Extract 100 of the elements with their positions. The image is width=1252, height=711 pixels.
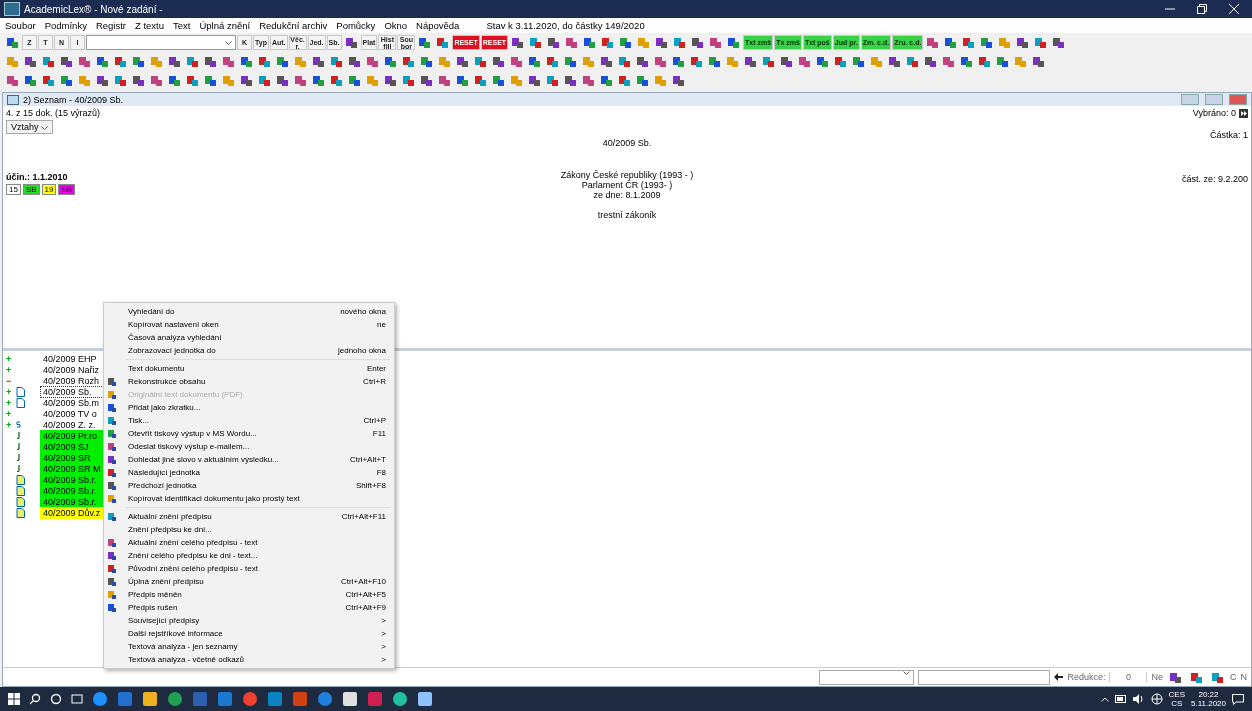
- toolbar-icon[interactable]: [310, 54, 327, 69]
- toolbar-icon[interactable]: [400, 54, 417, 69]
- search-icon[interactable]: [29, 693, 41, 705]
- toolbar-icon[interactable]: [22, 54, 39, 69]
- toolbar-icon[interactable]: [958, 54, 975, 69]
- toolbar-icon[interactable]: [598, 54, 615, 69]
- circle-icon[interactable]: [50, 693, 62, 705]
- context-menu-item[interactable]: Kopírovat nastavení oken ne: [104, 318, 394, 331]
- toolbar-icon[interactable]: [616, 54, 633, 69]
- toolbar-icon[interactable]: [346, 73, 363, 88]
- toolbar-icon[interactable]: [670, 73, 687, 88]
- context-menu-item[interactable]: Předpis rušen Ctrl+Alt+F9: [104, 601, 394, 614]
- toolbar-icon[interactable]: [796, 54, 813, 69]
- toolbar-icon[interactable]: [454, 54, 471, 69]
- speaker-icon[interactable]: [1132, 694, 1145, 704]
- toolbar-icon[interactable]: [472, 54, 489, 69]
- toolbar-icon[interactable]: [4, 35, 21, 50]
- toolbar-icon[interactable]: [490, 73, 507, 88]
- toolbar-icon[interactable]: [346, 54, 363, 69]
- chevron-up-icon[interactable]: [1100, 696, 1109, 702]
- clock-date[interactable]: 5.11.2020: [1191, 699, 1226, 708]
- task-view-icon[interactable]: [71, 693, 83, 705]
- context-menu-item[interactable]: Text dokumentu Enter: [104, 362, 394, 375]
- menu-item[interactable]: Pomůcky: [336, 20, 376, 31]
- battery-icon[interactable]: [1114, 695, 1127, 703]
- taskbar-app-icon[interactable]: [142, 691, 158, 707]
- toolbar-icon[interactable]: [256, 54, 273, 69]
- toolbar-icon[interactable]: [94, 54, 111, 69]
- menu-item[interactable]: Registr: [95, 20, 126, 31]
- toolbar-icon[interactable]: [508, 54, 525, 69]
- restore-button[interactable]: [1197, 4, 1207, 14]
- context-menu-item[interactable]: Textová analýza - jen seznamy >: [104, 640, 394, 653]
- status-field[interactable]: [918, 669, 1051, 685]
- toolbar-icon[interactable]: [4, 73, 21, 88]
- relations-dropdown[interactable]: Vztahy: [6, 120, 54, 134]
- context-menu-item[interactable]: Zobrazovací jednotka do jednoho okna: [104, 344, 394, 357]
- toolbar-icon[interactable]: [526, 73, 543, 88]
- menu-item[interactable]: Nápověda: [416, 20, 460, 31]
- toolbar-icon[interactable]: [814, 54, 831, 69]
- language-indicator[interactable]: CES: [1168, 690, 1185, 699]
- toolbar-icon[interactable]: [202, 73, 219, 88]
- toolbar-icon[interactable]: [706, 54, 723, 69]
- toolbar-icon[interactable]: [490, 54, 507, 69]
- toolbar-icon[interactable]: [220, 54, 237, 69]
- context-menu-item[interactable]: Časová analýza vyhledání: [104, 331, 394, 344]
- back-arrow-icon[interactable]: [1054, 673, 1064, 681]
- taskbar-app-icon[interactable]: [392, 691, 408, 707]
- toolbar-icon[interactable]: [652, 54, 669, 69]
- toolbar-icon[interactable]: [112, 54, 129, 69]
- toolbar-icon[interactable]: [472, 73, 489, 88]
- toolbar-icon[interactable]: [58, 54, 75, 69]
- toolbar-icon[interactable]: [184, 54, 201, 69]
- menu-item[interactable]: Podmínky: [44, 20, 87, 31]
- context-menu-item[interactable]: Rekonstrukce obsahu Ctrl+R: [104, 375, 394, 388]
- context-menu-item[interactable]: Další rejstříkové informace >: [104, 627, 394, 640]
- toolbar-icon[interactable]: [148, 73, 165, 88]
- notification-icon[interactable]: [1232, 693, 1244, 705]
- toolbar-icon[interactable]: [166, 54, 183, 69]
- toolbar-icon[interactable]: [166, 73, 183, 88]
- toolbar-icon[interactable]: [904, 54, 921, 69]
- toolbar-icon[interactable]: [112, 73, 129, 88]
- toolbar-icon[interactable]: [562, 73, 579, 88]
- context-menu-item[interactable]: Předpis měněn Ctrl+Alt+F5: [104, 588, 394, 601]
- toolbar-icon[interactable]: [382, 54, 399, 69]
- toolbar-icon[interactable]: [544, 54, 561, 69]
- toolbar-icon[interactable]: [670, 54, 687, 69]
- toolbar-icon[interactable]: [454, 73, 471, 88]
- toolbar-icon[interactable]: [976, 54, 993, 69]
- toolbar-icon[interactable]: [274, 54, 291, 69]
- toolbar-icon[interactable]: [418, 54, 435, 69]
- taskbar-app-icon[interactable]: [417, 691, 433, 707]
- toolbar-icon[interactable]: [76, 54, 93, 69]
- context-menu-item[interactable]: Úplná znění předpisu Ctrl+Alt+F10: [104, 575, 394, 588]
- context-menu-item[interactable]: Aktuální znění celého předpisu - text: [104, 536, 394, 549]
- context-menu-item[interactable]: Související předpisy >: [104, 614, 394, 627]
- toolbar-icon[interactable]: [544, 73, 561, 88]
- start-icon[interactable]: [8, 693, 20, 705]
- toolbar-icon[interactable]: [634, 54, 651, 69]
- toolbar-icon[interactable]: [1030, 54, 1047, 69]
- toolbar-icon[interactable]: [616, 73, 633, 88]
- context-menu-item[interactable]: Přidat jako zkratku...: [104, 401, 394, 414]
- keyboard-layout[interactable]: CS: [1171, 699, 1183, 708]
- toolbar-icon[interactable]: [760, 54, 777, 69]
- toolbar-icon[interactable]: [58, 73, 75, 88]
- toolbar-icon[interactable]: [598, 73, 615, 88]
- toolbar-icon[interactable]: [832, 54, 849, 69]
- toolbar-icon[interactable]: [328, 54, 345, 69]
- context-menu-item[interactable]: Textová analýza - včetně odkazů >: [104, 653, 394, 666]
- next-icon[interactable]: [1239, 108, 1248, 118]
- toolbar-icon[interactable]: [238, 73, 255, 88]
- toolbar-icon[interactable]: [202, 54, 219, 69]
- toolbar-icon[interactable]: [634, 73, 651, 88]
- toolbar-icon[interactable]: [40, 54, 57, 69]
- toolbar-icon[interactable]: [130, 54, 147, 69]
- toolbar-icon[interactable]: [940, 54, 957, 69]
- toolbar-icon[interactable]: [742, 54, 759, 69]
- toolbar-icon[interactable]: [130, 73, 147, 88]
- toolbar-icon[interactable]: [418, 73, 435, 88]
- clock-time[interactable]: 20:22: [1198, 690, 1219, 699]
- toolbar-icon[interactable]: [256, 73, 273, 88]
